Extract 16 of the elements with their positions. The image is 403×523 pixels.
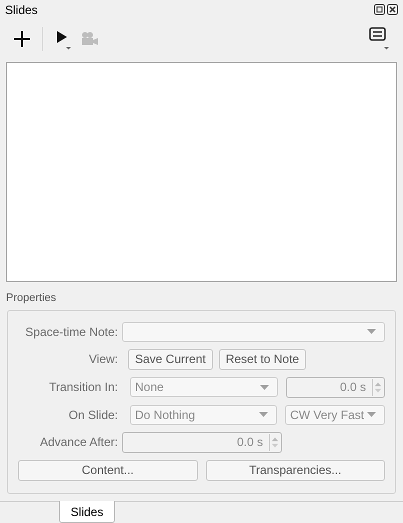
dropdown-arrow-icon (259, 412, 268, 418)
field-label: Space-time Note: (24, 324, 119, 341)
section-title: Properties (6, 291, 58, 306)
field-label: View: (88, 351, 119, 368)
dropdown-arrow-icon (367, 329, 376, 334)
window-title: Slides (5, 2, 38, 19)
field-label: Transition In: (48, 379, 119, 396)
dropdown-arrow-icon (260, 384, 269, 390)
field-label: Advance After: (38, 434, 119, 452)
dropdown-arrow-icon (367, 412, 376, 418)
close-icon[interactable] (387, 4, 398, 16)
tab[interactable]: Slides (59, 501, 115, 523)
add-icon[interactable] (14, 30, 30, 47)
float-icon[interactable] (374, 4, 385, 16)
field-label: On Slide: (68, 406, 119, 424)
list-menu-icon[interactable] (369, 26, 389, 51)
